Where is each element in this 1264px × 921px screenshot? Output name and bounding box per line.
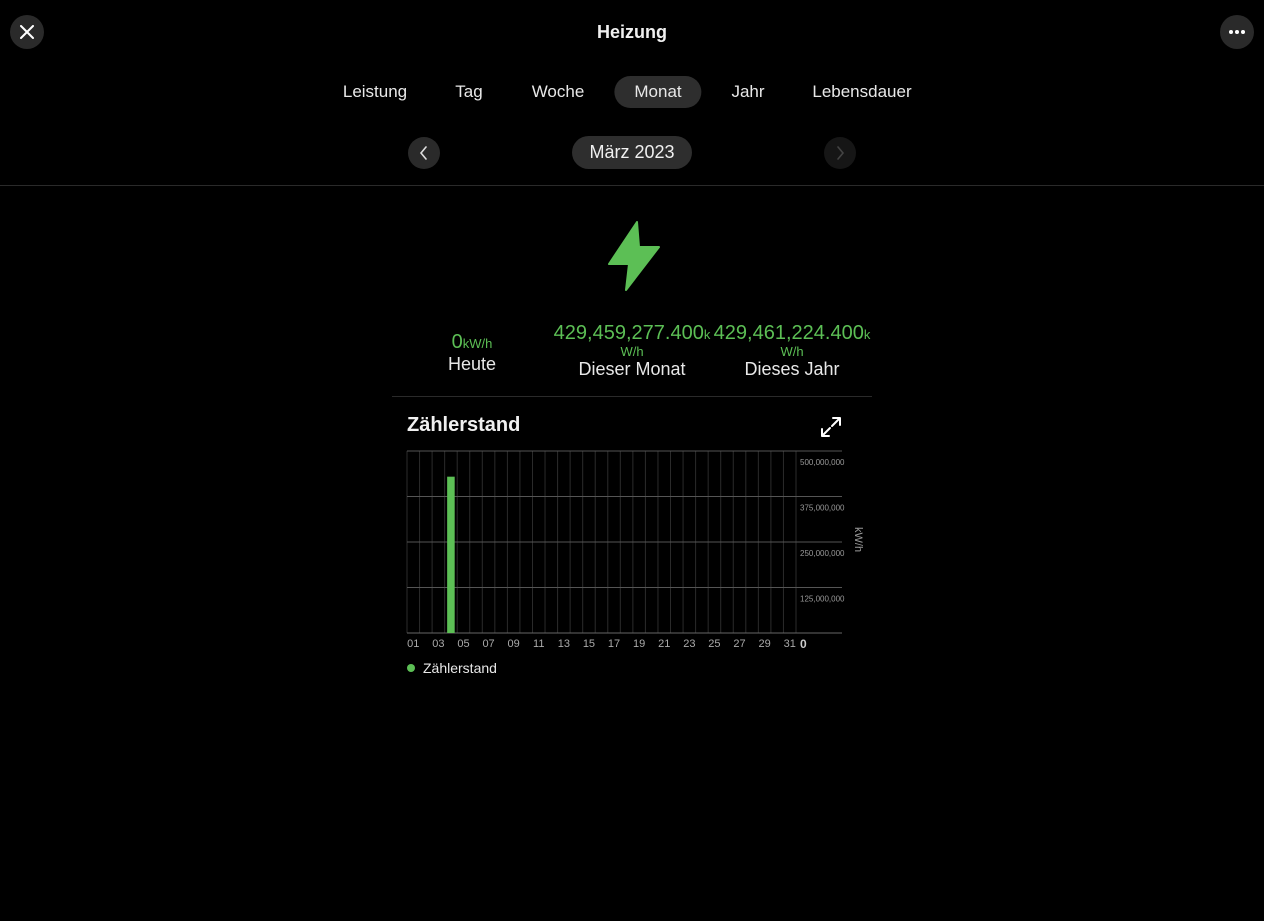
y-tick-label: 125,000,000 — [800, 595, 845, 604]
x-tick-label: 07 — [482, 638, 494, 650]
x-tick-label: 05 — [457, 638, 469, 650]
stat-month: 429,459,277.400k W/h Dieser Monat — [547, 322, 717, 380]
chart-title: Zählerstand — [407, 414, 521, 436]
y-tick-label: 0 — [800, 637, 807, 651]
previous-period-button[interactable] — [408, 137, 440, 169]
x-tick-label: 21 — [658, 638, 670, 650]
x-tick-label: 17 — [608, 638, 620, 650]
x-tick-label: 31 — [784, 638, 796, 650]
x-tick-label: 25 — [708, 638, 720, 650]
tab-tag[interactable]: Tag — [435, 76, 502, 108]
header-divider — [0, 185, 1264, 186]
y-tick-label: 250,000,000 — [800, 549, 845, 558]
lightning-bolt-icon — [608, 221, 660, 291]
legend-label: Zählerstand — [423, 660, 497, 676]
tab-leistung[interactable]: Leistung — [323, 76, 427, 108]
month-value: 429,459,277.400 — [553, 322, 704, 344]
stat-year: 429,461,224.400k W/h Dieses Jahr — [707, 322, 877, 380]
period-tabs: Leistung Tag Woche Monat Jahr Lebensdaue… — [0, 76, 1264, 108]
chart-legend: Zählerstand — [407, 660, 497, 676]
more-horizontal-icon — [1229, 30, 1245, 34]
year-unit-suffix: k — [863, 327, 871, 342]
year-unit: W/h — [780, 344, 804, 359]
today-unit: kW/h — [462, 336, 493, 351]
expand-icon — [821, 417, 841, 437]
y-tick-label: 500,000,000 — [800, 458, 845, 467]
tab-monat[interactable]: Monat — [614, 76, 702, 108]
meter-chart: 0 125,000,000 250,000,000 375,000,000 500,00… — [406, 450, 864, 651]
more-button[interactable] — [1220, 15, 1254, 49]
month-unit: W/h — [620, 344, 644, 359]
x-tick-label: 09 — [508, 638, 520, 650]
chart-bar — [447, 476, 455, 633]
y-tick-label: 375,000,000 — [800, 504, 845, 513]
year-label: Dieses Jahr — [744, 359, 840, 379]
x-tick-label: 27 — [733, 638, 745, 650]
expand-button[interactable] — [818, 414, 844, 440]
period-label[interactable]: März 2023 — [572, 136, 692, 169]
chevron-left-icon — [419, 146, 427, 160]
x-tick-label: 19 — [633, 638, 645, 650]
legend-dot — [407, 664, 415, 672]
month-label: Dieser Monat — [578, 359, 686, 379]
x-tick-label: 29 — [759, 638, 771, 650]
x-tick-label: 01 — [407, 638, 419, 650]
stats-divider — [392, 396, 872, 397]
y-axis-label: kW/h — [852, 527, 864, 552]
today-label: Heute — [447, 354, 497, 374]
stat-today: 0kW/h Heute — [402, 331, 542, 375]
tab-jahr[interactable]: Jahr — [711, 76, 784, 108]
tab-lebensdauer[interactable]: Lebensdauer — [792, 76, 931, 108]
x-tick-label: 15 — [583, 638, 595, 650]
x-tick-label: 03 — [432, 638, 444, 650]
x-tick-label: 23 — [683, 638, 695, 650]
x-tick-label: 13 — [558, 638, 570, 650]
today-value: 0 — [451, 331, 463, 353]
year-value: 429,461,224.400 — [713, 322, 864, 344]
tab-woche[interactable]: Woche — [512, 76, 605, 108]
page-title: Heizung — [597, 22, 667, 42]
x-tick-label: 11 — [533, 638, 544, 650]
next-period-button[interactable] — [824, 137, 856, 169]
chevron-right-icon — [837, 146, 845, 160]
